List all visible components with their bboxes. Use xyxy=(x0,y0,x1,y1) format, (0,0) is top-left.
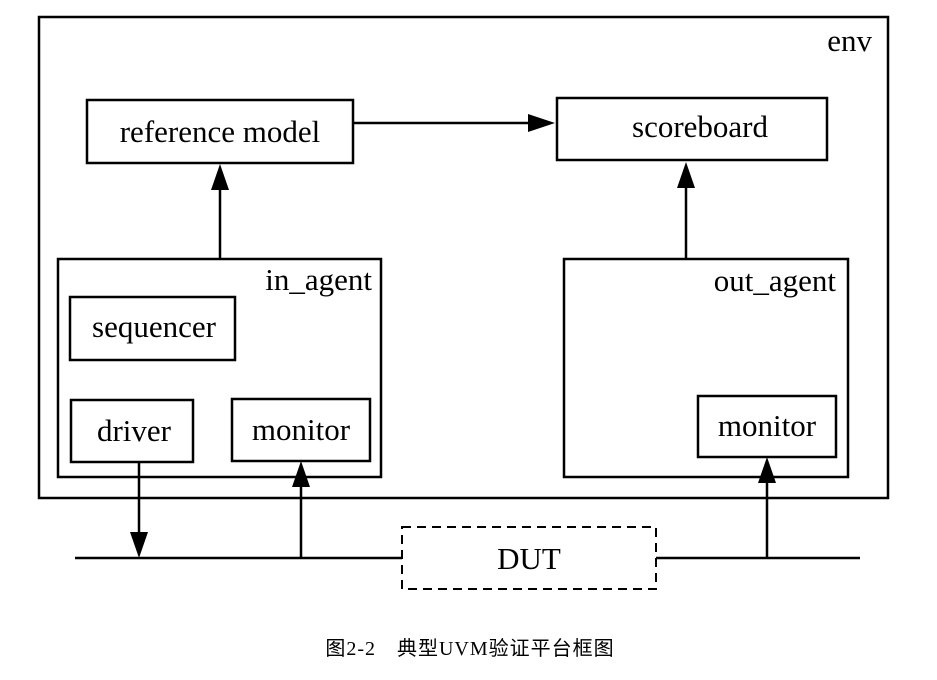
driver-label: driver xyxy=(97,413,172,448)
sequencer-label: sequencer xyxy=(92,309,217,344)
in-monitor-label: monitor xyxy=(252,412,351,447)
env-label: env xyxy=(827,23,872,58)
driver-to-bus-arrowhead xyxy=(130,532,148,558)
scoreboard-label: scoreboard xyxy=(632,109,768,144)
out-agent-label: out_agent xyxy=(714,263,837,298)
out-monitor-label: monitor xyxy=(718,408,817,443)
uvm-diagram: env reference model scoreboard in_agent … xyxy=(37,15,890,660)
dut-label: DUT xyxy=(497,541,561,576)
reference-model-label: reference model xyxy=(120,114,321,149)
figure-caption: 图2-2 典型UVM验证平台框图 xyxy=(325,637,614,660)
in-agent-label: in_agent xyxy=(265,262,372,297)
